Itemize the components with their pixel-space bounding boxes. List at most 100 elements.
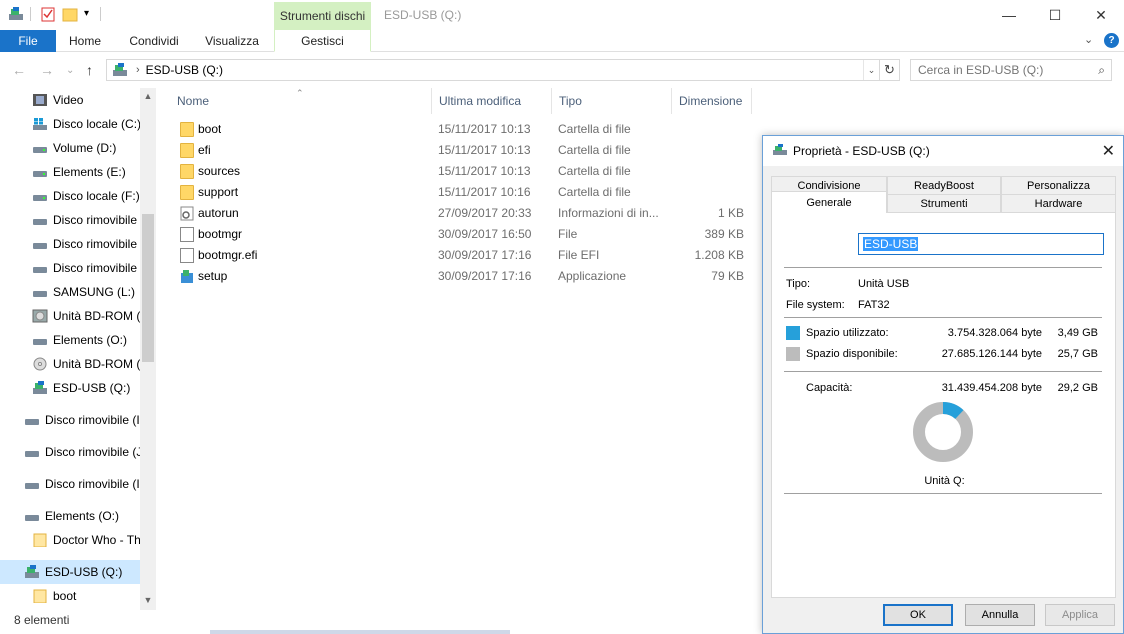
tab-personalizza[interactable]: Personalizza	[1001, 176, 1116, 194]
column-header-type[interactable]: Tipo	[552, 88, 672, 114]
properties-qat-icon[interactable]	[40, 6, 56, 22]
tab-hardware[interactable]: Hardware	[1001, 194, 1116, 212]
used-space-gb: 3,49 GB	[1057, 327, 1098, 339]
tab-view[interactable]: Visualizza	[194, 30, 270, 52]
item-count: 8 elementi	[14, 613, 70, 627]
folder-icon	[180, 143, 194, 158]
usage-donut-chart	[913, 402, 973, 462]
column-header-size[interactable]: Dimensione	[672, 88, 752, 114]
file-size: 389 KB	[704, 227, 744, 241]
file-row[interactable]: efi 15/11/2017 10:13 Cartella di file	[170, 140, 760, 161]
free-space-gb: 25,7 GB	[1057, 348, 1098, 360]
nav-item-bd-rom-1[interactable]: Unità BD-ROM (	[0, 304, 140, 328]
usb-drive-icon	[113, 63, 127, 76]
type-label: Tipo:	[786, 278, 811, 290]
nav-item-elements-o-2[interactable]: Elements (O:)	[0, 504, 140, 528]
nav-item-esd-usb-selected[interactable]: ESD-USB (Q:)	[0, 560, 140, 584]
usb-drive-icon	[773, 144, 787, 155]
cancel-button[interactable]: Annulla	[965, 604, 1035, 626]
nav-item-drive-d[interactable]: Volume (D:)	[0, 136, 140, 160]
file-row[interactable]: support 15/11/2017 10:16 Cartella di fil…	[170, 182, 760, 203]
file-name: sources	[198, 164, 241, 178]
address-dropdown-icon[interactable]: ⌄	[863, 60, 879, 80]
file-row[interactable]: sources 15/11/2017 10:13 Cartella di fil…	[170, 161, 760, 182]
nav-item-drive-e[interactable]: Elements (E:)	[0, 160, 140, 184]
back-button[interactable]: ←	[12, 62, 26, 78]
ok-button[interactable]: OK	[883, 604, 953, 626]
search-icon[interactable]: ⌕	[1098, 63, 1105, 78]
free-space-swatch	[786, 347, 800, 361]
windows-drive-icon	[33, 118, 47, 130]
general-tab-panel: ESD-USB Tipo: Unità USB File system: FAT…	[771, 212, 1116, 598]
nav-item-doctor-who[interactable]: Doctor Who - Th	[0, 528, 140, 552]
recent-locations-button[interactable]: ⌄	[66, 65, 74, 76]
address-bar[interactable]: › ESD-USB (Q:) ⌄	[106, 59, 880, 81]
ribbon-collapse-icon[interactable]: ⌄	[1084, 33, 1093, 46]
drive-icon	[25, 451, 39, 457]
maximize-button[interactable]: ☐	[1032, 0, 1078, 30]
nav-item-bd-rom-2[interactable]: Unità BD-ROM (	[0, 352, 140, 376]
file-row[interactable]: setup 30/09/2017 17:16 Applicazione 79 K…	[170, 266, 760, 287]
forward-button[interactable]: →	[40, 62, 54, 78]
nav-item-removable-4[interactable]: Disco rimovibile (I	[0, 408, 140, 432]
column-header-modified[interactable]: Ultima modifica	[432, 88, 552, 114]
help-icon[interactable]: ?	[1104, 33, 1119, 48]
nav-item-samsung[interactable]: SAMSUNG (L:)	[0, 280, 140, 304]
scroll-thumb[interactable]	[142, 214, 154, 362]
search-box[interactable]: ⌕	[910, 59, 1112, 81]
up-button[interactable]: ↑	[86, 62, 93, 78]
scroll-down-icon[interactable]: ▼	[140, 592, 156, 608]
file-row[interactable]: bootmgr 30/09/2017 16:50 File 389 KB	[170, 224, 760, 245]
refresh-button[interactable]: ↻	[880, 59, 900, 81]
separator	[784, 267, 1102, 268]
tab-strumenti[interactable]: Strumenti	[887, 194, 1001, 212]
nav-item-esd-usb[interactable]: ESD-USB (Q:)	[0, 376, 140, 400]
nav-item-removable-6[interactable]: Disco rimovibile (I	[0, 472, 140, 496]
file-modified: 15/11/2017 10:13	[438, 164, 531, 178]
nav-scrollbar[interactable]: ▲ ▼	[140, 88, 156, 610]
tab-readyboost[interactable]: ReadyBoost	[887, 176, 1001, 194]
tab-share[interactable]: Condividi	[118, 30, 190, 52]
new-folder-qat-icon[interactable]	[62, 6, 78, 22]
tab-home[interactable]: Home	[56, 30, 114, 52]
file-name: efi	[198, 143, 211, 157]
file-size	[672, 182, 744, 203]
free-space-bytes: 27.685.126.144 byte	[941, 348, 1042, 360]
nav-item-removable-1[interactable]: Disco rimovibile	[0, 208, 140, 232]
close-window-button[interactable]: ✕	[1078, 0, 1124, 30]
nav-item-removable-3[interactable]: Disco rimovibile	[0, 256, 140, 280]
column-header-name[interactable]: Nome	[170, 88, 432, 114]
nav-item-video[interactable]: Video	[0, 88, 140, 112]
fs-value: FAT32	[858, 299, 890, 311]
qat-customize-icon[interactable]: ▾	[84, 6, 100, 22]
dialog-title-bar[interactable]: Proprietà - ESD-USB (Q:) ✕	[763, 136, 1123, 166]
file-row[interactable]: boot 15/11/2017 10:13 Cartella di file	[170, 119, 760, 140]
separator	[784, 317, 1102, 318]
scroll-up-icon[interactable]: ▲	[140, 88, 156, 104]
tab-manage[interactable]: Gestisci	[274, 30, 371, 52]
file-row[interactable]: autorun 27/09/2017 20:33 Informazioni di…	[170, 203, 760, 224]
apply-button[interactable]: Applica	[1045, 604, 1115, 626]
nav-item-elements-o[interactable]: Elements (O:)	[0, 328, 140, 352]
file-name: boot	[198, 122, 222, 136]
minimize-button[interactable]: —	[986, 0, 1032, 30]
file-modified: 30/09/2017 16:50	[438, 227, 532, 241]
file-row[interactable]: bootmgr.efi 30/09/2017 17:16 File EFI 1.…	[170, 245, 760, 266]
volume-name-field[interactable]: ESD-USB	[858, 233, 1104, 255]
dialog-close-button[interactable]: ✕	[1102, 141, 1115, 161]
nav-item-removable-2[interactable]: Disco rimovibile	[0, 232, 140, 256]
qat-separator	[30, 7, 31, 21]
tab-file[interactable]: File	[0, 30, 56, 52]
nav-item-boot[interactable]: boot	[0, 584, 140, 608]
usb-drive-icon	[33, 381, 47, 394]
nav-item-drive-c[interactable]: Disco locale (C:)	[0, 112, 140, 136]
search-input[interactable]	[918, 63, 1088, 77]
breadcrumb-current[interactable]: ESD-USB (Q:)	[146, 63, 223, 77]
title-bar: ▾ Strumenti dischi ESD-USB (Q:) — ☐ ✕	[0, 0, 1124, 30]
nav-item-drive-f[interactable]: Disco locale (F:)	[0, 184, 140, 208]
capacity-bytes: 31.439.454.208 byte	[941, 382, 1042, 394]
tab-generale[interactable]: Generale	[771, 191, 887, 213]
breadcrumb-chevron-icon[interactable]: ›	[136, 64, 140, 76]
bd-rom-icon	[33, 357, 47, 371]
nav-item-removable-5[interactable]: Disco rimovibile (J	[0, 440, 140, 464]
